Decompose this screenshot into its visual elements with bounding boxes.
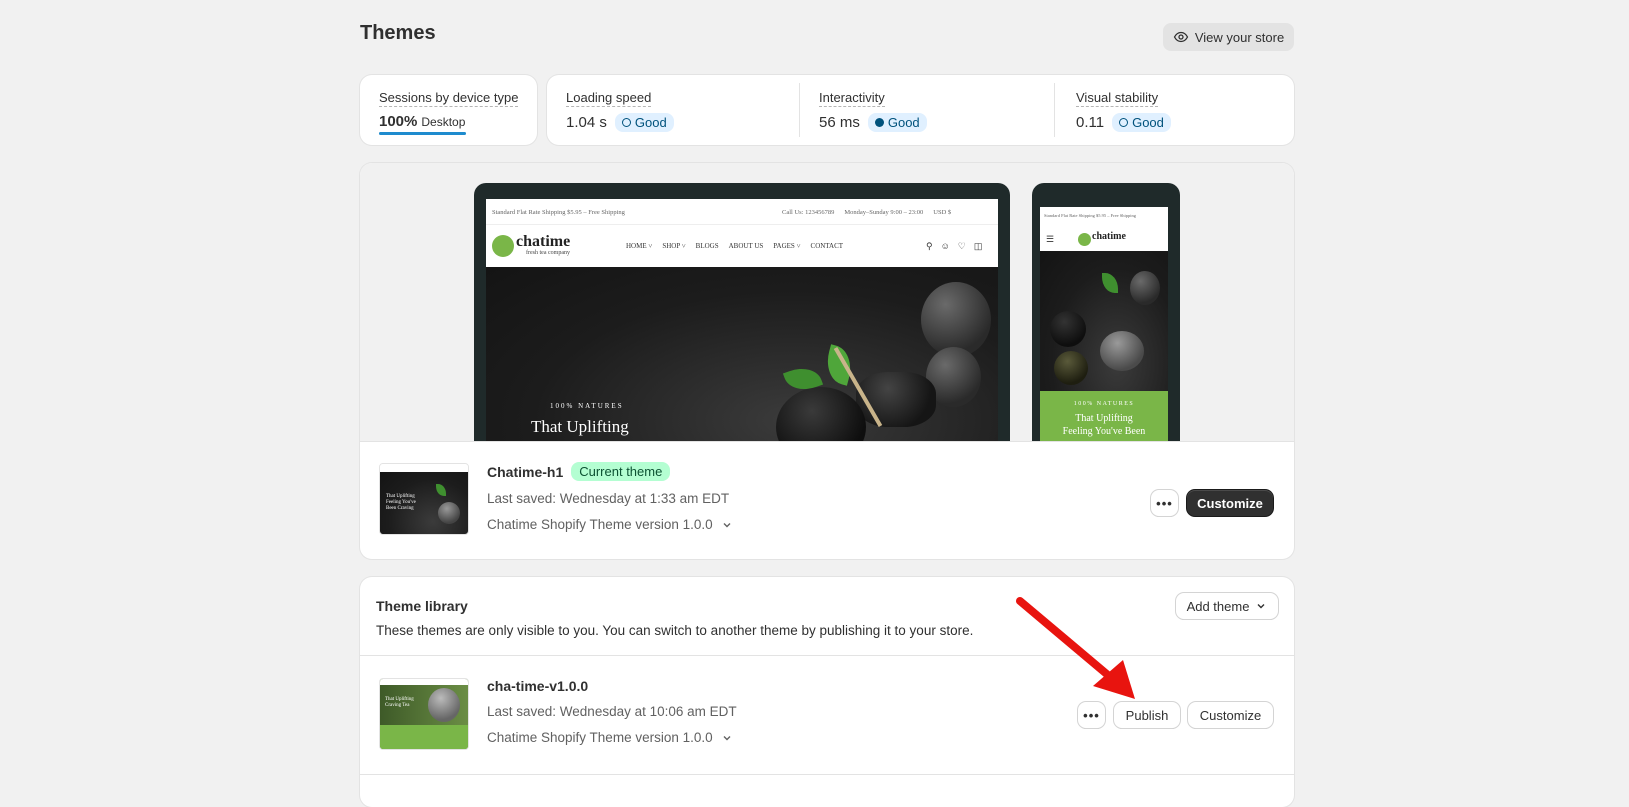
preview-mobile-title-1: That Uplifting (1075, 413, 1133, 424)
metric-interactivity: Interactivity 56 ms Good (819, 89, 927, 132)
current-theme-card: Standard Flat Rate Shipping $5.95 – Free… (360, 163, 1294, 559)
preview-mobile-topbar: Standard Flat Rate Shipping $5.95 – Free… (1044, 213, 1136, 218)
status-badge: Good (614, 113, 674, 132)
preview-nav-item: CONTACT (810, 242, 844, 250)
status-badge: Good (1112, 113, 1171, 132)
current-theme-version[interactable]: Chatime Shopify Theme version 1.0.0 (487, 517, 733, 532)
metric-value: 56 ms (819, 114, 860, 131)
library-theme-thumbnail: That Uplifting Craving Tea (379, 678, 469, 750)
library-theme-last-saved: Last saved: Wednesday at 10:06 am EDT (487, 704, 737, 719)
preview-hero: 100% NATURES That Uplifting (486, 267, 998, 441)
metric-value: 1.04 s (566, 114, 607, 131)
chevron-down-icon (723, 522, 731, 527)
theme-library-title: Theme library (376, 598, 468, 614)
logo-icon (492, 235, 514, 257)
metric-visual-stability: Visual stability 0.11 Good (1076, 89, 1171, 132)
preview-hero-kicker: 100% NATURES (550, 402, 624, 410)
status-icon (874, 118, 884, 127)
preview-logo-sub: fresh tea company (526, 250, 570, 256)
current-theme-more-button[interactable]: ••• (1151, 490, 1178, 516)
current-theme-last-saved: Last saved: Wednesday at 1:33 am EDT (487, 491, 730, 506)
preview-nav-item: BLOGS (695, 242, 719, 250)
divider (360, 774, 1294, 775)
annotation-arrow-icon (1016, 597, 1135, 699)
chevron-down-icon (1257, 604, 1265, 609)
preview-mobile-banner: 100% NATURES That Uplifting Feeling You'… (1040, 391, 1168, 441)
sessions-bar (379, 132, 466, 135)
library-theme-row: That Uplifting Craving Tea cha-time-v1.0… (360, 656, 1294, 772)
logo-icon (1078, 233, 1091, 246)
desktop-preview-screen: Standard Flat Rate Shipping $5.95 – Free… (486, 199, 998, 441)
divider (1054, 83, 1055, 137)
mobile-preview-screen: Standard Flat Rate Shipping $5.95 – Free… (1040, 207, 1168, 441)
metric-loading-speed: Loading speed 1.04 s Good (566, 89, 674, 132)
current-theme-name: Chatime-h1 (487, 463, 564, 480)
preview-logo: chatime (516, 233, 571, 250)
theme-preview[interactable]: Standard Flat Rate Shipping $5.95 – Free… (360, 163, 1294, 442)
metric-label[interactable]: Interactivity (819, 90, 885, 107)
preview-nav-item: PAGES ˅ (773, 242, 801, 250)
metric-label[interactable]: Visual stability (1076, 90, 1159, 107)
status-badge: Good (867, 113, 927, 132)
eye-icon (1173, 31, 1189, 43)
status-icon (1119, 118, 1129, 127)
preview-nav-item: SHOP ˅ (662, 242, 686, 250)
chevron-down-icon (723, 735, 731, 740)
add-theme-button[interactable]: Add theme (1176, 593, 1278, 619)
page-title: Themes (360, 22, 436, 44)
library-theme-version[interactable]: Chatime Shopify Theme version 1.0.0 (487, 730, 733, 745)
view-store-label: View your store (1194, 29, 1285, 45)
preview-nav-item: HOME ˅ (626, 242, 653, 250)
preview-mobile-logo: chatime (1092, 231, 1126, 242)
thumb-text: That Uplifting Craving Tea (385, 697, 414, 708)
preview-hero-title: That Uplifting (531, 417, 629, 436)
current-theme-badge: Current theme (571, 462, 671, 481)
heart-icon: ♡ (957, 241, 966, 251)
preview-mobile-kicker: 100% NATURES (1073, 401, 1135, 407)
sessions-bar-fill (379, 132, 466, 135)
preview-mobile-hero (1040, 251, 1168, 391)
theme-library-subtitle: These themes are only visible to you. Yo… (376, 623, 974, 638)
preview-call: Call Us: 123456789 (782, 209, 835, 216)
sessions-label[interactable]: Sessions by device type (379, 90, 519, 107)
preview-mobile-title-2: Feeling You've Been (1062, 426, 1146, 437)
user-icon: ☺ (940, 241, 950, 251)
thumb-text: That Uplifting Feeling You've Been Cravi… (386, 494, 416, 511)
customize-library-theme-button[interactable]: Customize (1188, 702, 1273, 728)
preview-nav-item: ABOUT US (728, 242, 764, 250)
sessions-device: Desktop (421, 115, 466, 129)
metric-value: 0.11 (1076, 114, 1105, 131)
theme-library-card: Theme library These themes are only visi… (360, 577, 1294, 807)
library-theme-name: cha-time-v1.0.0 (487, 678, 589, 694)
sessions-percent: 100% (379, 113, 418, 130)
web-performance-card: Loading speed 1.04 s Good Interactivity … (547, 75, 1294, 145)
current-theme-thumbnail: That Uplifting Feeling You've Been Cravi… (379, 463, 469, 535)
menu-icon: ☰ (1046, 234, 1055, 244)
search-icon: ⚲ (926, 241, 933, 251)
preview-hours: Monday–Sunday 9:00 – 23:00 (844, 209, 924, 216)
preview-topbar-text: Standard Flat Rate Shipping $5.95 – Free… (492, 209, 625, 216)
preview-currency: USD $ (933, 209, 952, 216)
divider (799, 83, 800, 137)
sessions-card: Sessions by device type 100% Desktop (360, 75, 537, 145)
customize-current-theme-button[interactable]: Customize (1187, 490, 1273, 516)
status-icon (621, 118, 631, 127)
metric-label[interactable]: Loading speed (566, 90, 652, 107)
preview-nav: HOME ˅ SHOP ˅ BLOGS ABOUT US PAGES ˅ CONTACT (626, 242, 843, 250)
cart-icon: ◫ (973, 241, 983, 251)
preview-header-icons: ⚲ ☺ ♡ ◫ (926, 241, 982, 252)
view-store-button[interactable]: View your store (1163, 23, 1294, 51)
